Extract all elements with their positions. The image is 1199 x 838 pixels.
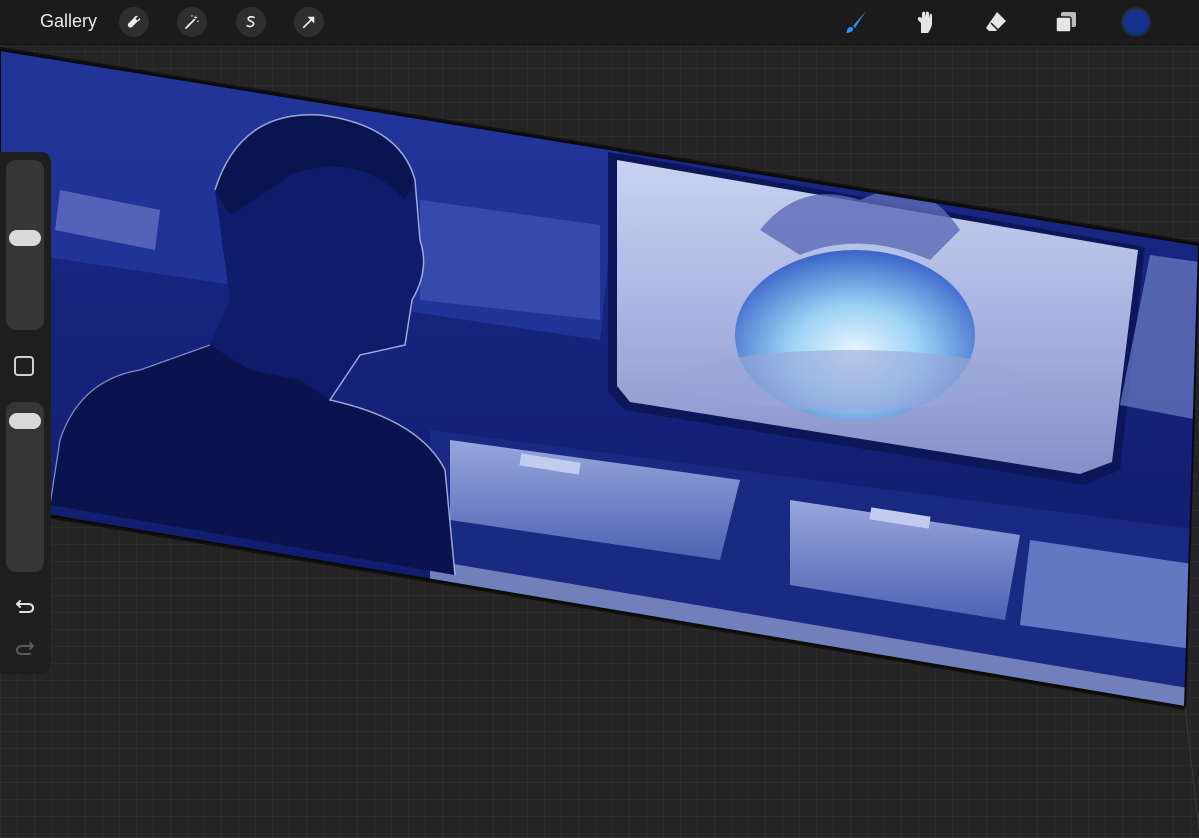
brush-size-handle[interactable] xyxy=(9,229,41,246)
top-toolbar: Gallery xyxy=(0,0,1199,45)
paint-tool-button[interactable] xyxy=(840,6,872,38)
redo-icon xyxy=(15,642,34,655)
procreate-app: Gallery xyxy=(0,0,1199,838)
undo-button[interactable] xyxy=(13,594,37,618)
redo-button[interactable] xyxy=(13,636,37,660)
selection-button[interactable] xyxy=(236,7,266,37)
selection-s-icon xyxy=(246,15,255,28)
actions-button[interactable] xyxy=(119,7,149,37)
undo-icon xyxy=(16,600,35,613)
smudge-tool-button[interactable] xyxy=(909,6,941,38)
left-sidebar xyxy=(0,152,51,674)
artwork-panel xyxy=(0,47,1199,831)
canvas-area[interactable] xyxy=(0,0,1199,838)
eraser-icon xyxy=(986,12,1006,31)
color-picker-swatch[interactable] xyxy=(1121,7,1151,37)
wrench-icon xyxy=(127,15,141,28)
layers-icon xyxy=(1055,12,1076,33)
adjustments-button[interactable] xyxy=(177,7,207,37)
modify-button[interactable] xyxy=(14,356,34,376)
magic-wand-icon xyxy=(185,15,199,29)
transform-arrow-icon xyxy=(302,16,315,29)
smudge-icon xyxy=(917,11,932,33)
brush-size-slider[interactable] xyxy=(6,160,44,330)
brush-icon xyxy=(846,11,866,33)
transform-button[interactable] xyxy=(294,7,324,37)
opacity-handle[interactable] xyxy=(9,413,41,430)
gallery-button[interactable]: Gallery xyxy=(40,11,97,32)
opacity-slider[interactable] xyxy=(6,402,44,572)
eraser-tool-button[interactable] xyxy=(980,6,1012,38)
layers-button[interactable] xyxy=(1050,6,1082,38)
